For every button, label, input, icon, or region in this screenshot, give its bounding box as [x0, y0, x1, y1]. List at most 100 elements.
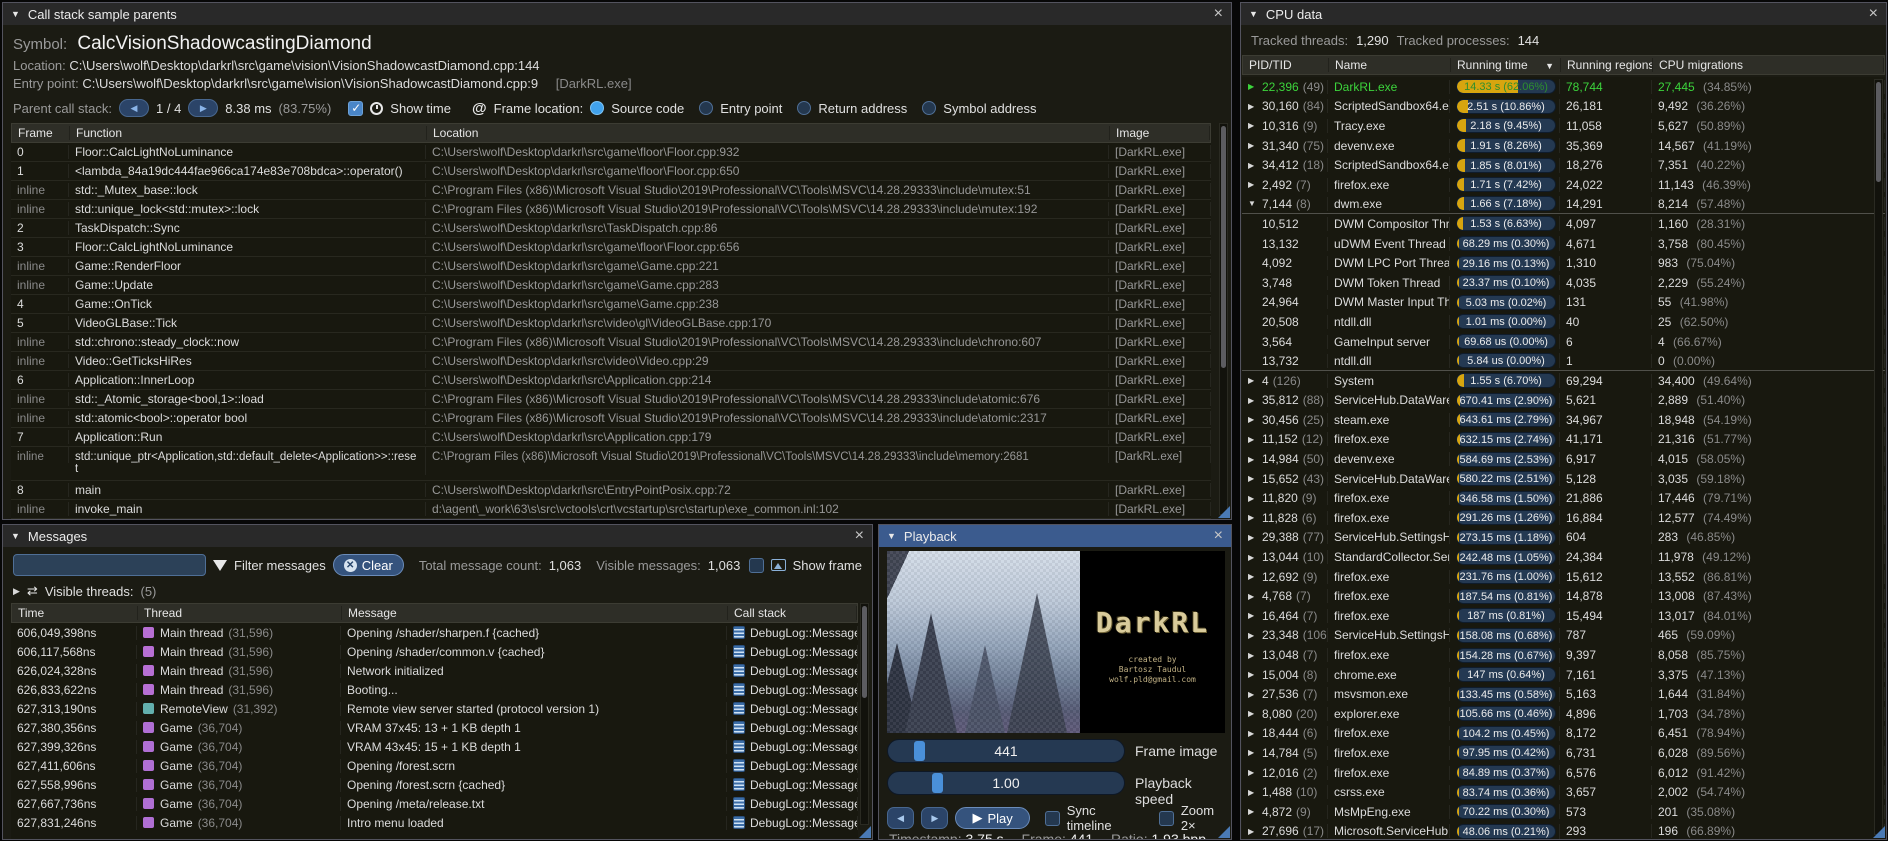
cpu-process-row[interactable]: ▶ 8,080 (20) explorer.exe 105.66 ms (0.4…: [1242, 704, 1885, 724]
col-function[interactable]: Function: [70, 126, 427, 140]
callstack-row[interactable]: 0 Floor::CalcLightNoLuminance C:\Users\w…: [11, 143, 1211, 162]
cpu-process-row[interactable]: ▶ 4 (126) System 1.55 s (6.70%) 69,294 3…: [1242, 371, 1885, 391]
col-thread[interactable]: Thread: [138, 606, 342, 620]
callstack-doc-icon[interactable]: [733, 721, 745, 734]
radio-return-address[interactable]: [797, 101, 811, 115]
expand-arrow-icon[interactable]: ▶: [1248, 729, 1258, 738]
cpu-process-row[interactable]: ▶ 35,812 (88) ServiceHub.DataWarehou 670…: [1242, 391, 1885, 411]
cpu-process-row[interactable]: ▶ 4,768 (7) firefox.exe 187.54 ms (0.81%…: [1242, 586, 1885, 606]
expand-arrow-icon[interactable]: ▶: [1248, 494, 1258, 503]
expand-arrow-icon[interactable]: ▶: [1248, 161, 1258, 170]
expand-arrow-icon[interactable]: ▶: [1248, 415, 1258, 424]
callstack-row[interactable]: inline std::chrono::steady_clock::now C:…: [11, 333, 1211, 352]
callstack-doc-icon[interactable]: [733, 664, 745, 677]
cpu-process-row[interactable]: 13,732 ntdll.dll 5.84 us (0.00%) 1 0 (0.…: [1242, 351, 1885, 371]
cpu-process-row[interactable]: ▶ 27,696 (17) Microsoft.ServiceHub.Co 48…: [1242, 822, 1885, 839]
cpu-process-row[interactable]: ▶ 15,652 (43) ServiceHub.DataWarehou 580…: [1242, 469, 1885, 489]
col-running-regions[interactable]: Running regions: [1561, 58, 1653, 72]
callstack-row[interactable]: inline invoke_main d:\agent\_work\63\s\s…: [11, 500, 1211, 519]
cpu-process-row[interactable]: 20,508 ntdll.dll 1.01 ms (0.00%) 40 25 (…: [1242, 312, 1885, 332]
message-row[interactable]: 627,558,996ns Game (36,704) Opening /for…: [11, 775, 858, 794]
callstack-doc-icon[interactable]: [733, 702, 745, 715]
expand-arrow-icon[interactable]: ▶: [1248, 533, 1258, 542]
callstack-doc-icon[interactable]: [733, 778, 745, 791]
cpu-process-row[interactable]: 13,132 uDWM Event Thread 68.29 ms (0.30%…: [1242, 234, 1885, 254]
message-row[interactable]: 627,667,736ns Game (36,704) Opening /met…: [11, 794, 858, 813]
resize-handle[interactable]: [1218, 506, 1230, 518]
callstack-row[interactable]: 6 Application::InnerLoop C:\Users\wolf\D…: [11, 371, 1211, 390]
radio-source-code[interactable]: [590, 101, 604, 115]
cpu-process-row[interactable]: ▶ 13,044 (10) StandardCollector.Servic 2…: [1242, 547, 1885, 567]
message-row[interactable]: 606,117,568ns Main thread (31,596) Openi…: [11, 642, 858, 661]
callstack-row[interactable]: inline Game::Update C:\Users\wolf\Deskto…: [11, 276, 1211, 295]
expand-arrow-icon[interactable]: ▶: [1248, 827, 1258, 836]
expand-arrow-icon[interactable]: ▶: [1248, 611, 1258, 620]
expand-arrow-icon[interactable]: ▶: [1248, 651, 1258, 660]
callstack-row[interactable]: inline std::unique_ptr<Application,std::…: [11, 447, 1211, 481]
radio-symbol-address[interactable]: [922, 101, 936, 115]
frame-image-slider[interactable]: 441: [887, 739, 1125, 763]
callstack-cell[interactable]: DebugLog::Message ← RemoteVie: [727, 702, 858, 716]
callstack-doc-icon[interactable]: [733, 816, 745, 829]
cpu-scrollbar[interactable]: [1874, 79, 1883, 835]
expand-arrow-icon[interactable]: ▶: [1248, 180, 1258, 189]
next-callstack-button[interactable]: ▶: [188, 99, 218, 117]
cpu-process-row[interactable]: ▶ 18,444 (6) firefox.exe 104.2 ms (0.45%…: [1242, 724, 1885, 744]
callstack-cell[interactable]: DebugLog::Message ← StartNetwo: [727, 664, 858, 678]
callstack-cell[interactable]: DebugLog::Message ← VFS::Open: [727, 626, 858, 640]
expand-arrow-icon[interactable]: ▶: [1248, 82, 1258, 91]
collapse-icon[interactable]: ▼: [887, 531, 896, 541]
callstack-row[interactable]: 1 <lambda_84a19dc444fae966ca174e83e708bd…: [11, 162, 1211, 181]
cpu-process-row[interactable]: ▶ 15,004 (8) chrome.exe 147 ms (0.64%) 7…: [1242, 665, 1885, 685]
expand-arrow-icon[interactable]: ▶: [1248, 788, 1258, 797]
callstack-row[interactable]: 7 Application::Run C:\Users\wolf\Desktop…: [11, 428, 1211, 447]
col-cpu-migrations[interactable]: CPU migrations: [1653, 58, 1884, 72]
prev-callstack-button[interactable]: ◀: [119, 99, 149, 117]
cpu-process-row[interactable]: ▶ 12,016 (2) firefox.exe 84.89 ms (0.37%…: [1242, 763, 1885, 783]
col-running-time[interactable]: Running time ▼: [1451, 58, 1561, 72]
close-icon[interactable]: ×: [855, 528, 864, 544]
expand-arrow-icon[interactable]: ▶: [1248, 631, 1258, 640]
resize-handle[interactable]: [859, 826, 871, 838]
cpu-process-row[interactable]: ▶ 14,984 (50) devenv.exe 584.69 ms (2.53…: [1242, 449, 1885, 469]
slider-handle[interactable]: [932, 773, 943, 793]
cpu-process-row[interactable]: ▶ 11,820 (9) firefox.exe 346.58 ms (1.50…: [1242, 488, 1885, 508]
filter-input[interactable]: [13, 554, 206, 576]
callstack-row[interactable]: inline std::atomic<bool>::operator bool …: [11, 409, 1211, 428]
sync-timeline-checkbox[interactable]: [1045, 811, 1060, 826]
expand-arrow-icon[interactable]: ▶: [1248, 102, 1258, 111]
col-pid-tid[interactable]: PID/TID: [1243, 58, 1329, 72]
message-row[interactable]: 606,049,398ns Main thread (31,596) Openi…: [11, 623, 858, 642]
callstack-cell[interactable]: DebugLog::Message ← VideoMemo: [727, 721, 858, 735]
callstack-row[interactable]: inline Game::RenderFloor C:\Users\wolf\D…: [11, 257, 1211, 276]
callstack-cell[interactable]: DebugLog::Message ← VFS::Open: [727, 797, 858, 811]
messages-scrollbar[interactable]: [860, 603, 869, 825]
expand-arrow-icon[interactable]: ▼: [1248, 199, 1258, 208]
expand-arrow-icon[interactable]: ▶: [1248, 553, 1258, 562]
cpu-process-row[interactable]: ▶ 10,316 (9) Tracy.exe 2.18 s (9.45%) 11…: [1242, 116, 1885, 136]
callstack-cell[interactable]: DebugLog::Message ← VFS::Open: [727, 778, 858, 792]
expand-arrow-icon[interactable]: ▶: [1248, 513, 1258, 522]
message-row[interactable]: 626,024,328ns Main thread (31,596) Netwo…: [11, 661, 858, 680]
cpu-process-row[interactable]: ▶ 2,492 (7) firefox.exe 1.71 s (7.42%) 2…: [1242, 175, 1885, 195]
resize-handle[interactable]: [1873, 826, 1885, 838]
col-time[interactable]: Time: [12, 606, 138, 620]
callstack-scrollbar[interactable]: [1219, 123, 1228, 515]
expand-arrow-icon[interactable]: ▶: [1248, 709, 1258, 718]
close-icon[interactable]: ×: [1214, 528, 1223, 544]
col-message[interactable]: Message: [342, 606, 728, 620]
expand-arrow-icon[interactable]: ▶: [1248, 807, 1258, 816]
col-callstack[interactable]: Call stack: [728, 606, 857, 620]
expand-arrow-icon[interactable]: ▶: [1248, 592, 1258, 601]
message-row[interactable]: 627,831,246ns Game (36,704) Intro menu l…: [11, 813, 858, 832]
cpu-process-row[interactable]: ▶ 11,152 (12) firefox.exe 632.15 ms (2.7…: [1242, 430, 1885, 450]
callstack-cell[interactable]: DebugLog::Message ← VFS::Open: [727, 759, 858, 773]
expand-arrow-icon[interactable]: ▶: [1248, 435, 1258, 444]
cpu-process-row[interactable]: 3,564 GameInput server 69.68 us (0.00%) …: [1242, 332, 1885, 352]
cpu-process-row[interactable]: 4,092 DWM LPC Port Thread 29.16 ms (0.13…: [1242, 253, 1885, 273]
cpu-process-row[interactable]: ▶ 34,412 (18) ScriptedSandbox64.exe 1.85…: [1242, 155, 1885, 175]
cpu-process-row[interactable]: ▶ 29,388 (77) ServiceHub.SettingsHost 27…: [1242, 528, 1885, 548]
callstack-row[interactable]: 3 Floor::CalcLightNoLuminance C:\Users\w…: [11, 238, 1211, 257]
visible-threads-row[interactable]: ▶ ⇄ Visible threads: (5): [13, 583, 862, 599]
callstack-row[interactable]: inline std::unique_lock<std::mutex>::loc…: [11, 200, 1211, 219]
